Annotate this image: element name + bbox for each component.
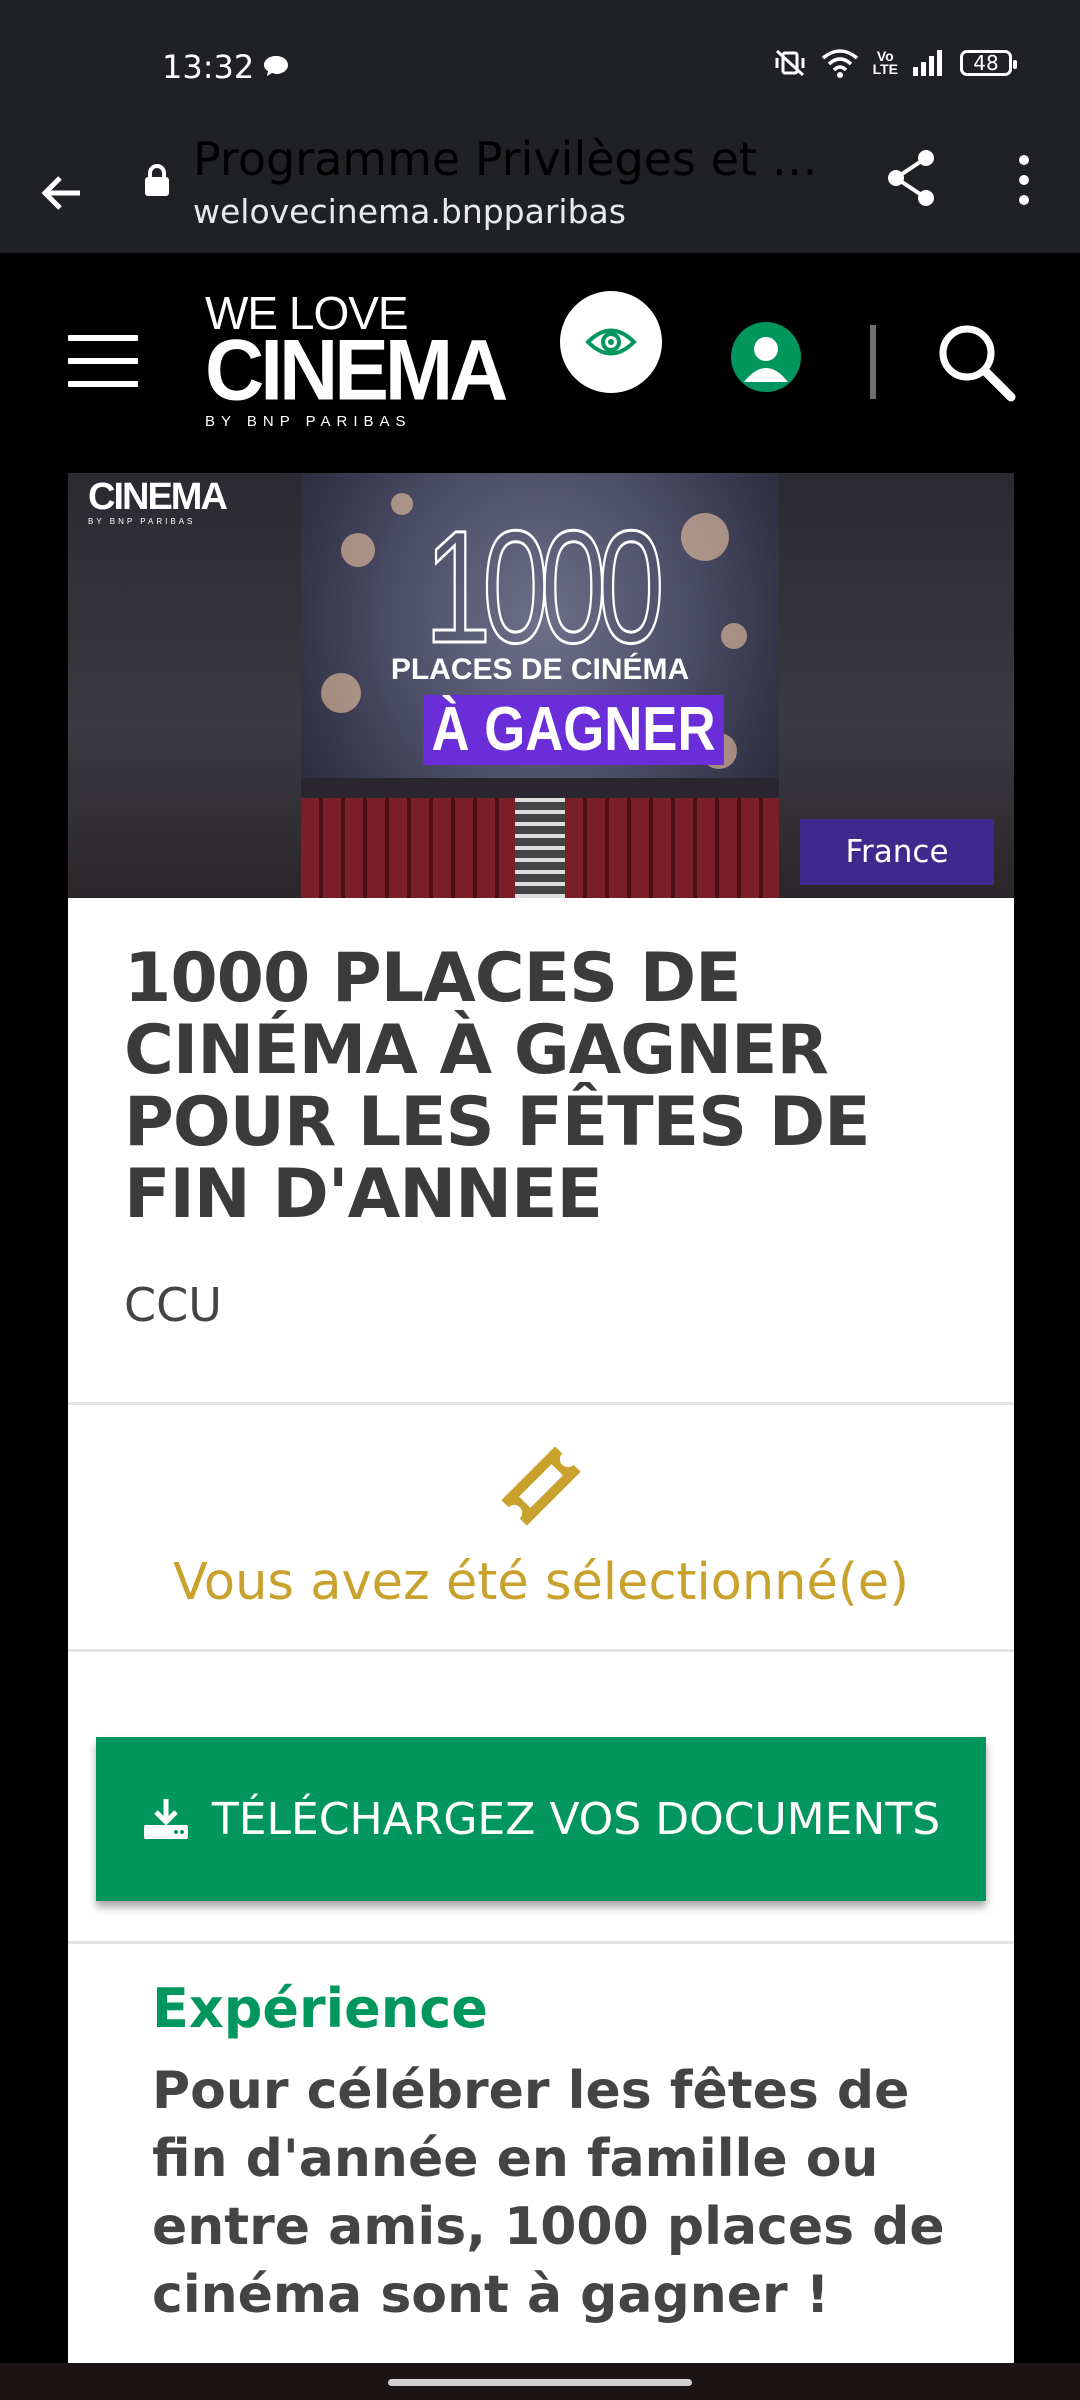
accessibility-button[interactable] [560,291,662,393]
volte-badge: Vo LTE [872,48,898,77]
url-domain[interactable]: welovecinema.bnpparibas [193,192,626,231]
section-heading: Expérience [152,1977,488,2040]
hero-background-left [68,473,301,898]
country-badge: France [800,819,994,885]
divider [68,1649,1014,1652]
download-icon [143,1799,188,1839]
vibrate-mute-icon [775,49,805,77]
more-options-icon[interactable] [1010,150,1038,210]
user-icon [744,337,788,382]
status-bar: 13:32 Vo LTE 48 [0,0,1080,135]
download-documents-button[interactable]: TÉLÉCHARGEZ VOS DOCUMENTS [96,1737,986,1901]
hero-brand-sub: BY BNP PARIBAS [88,517,196,526]
signal-icon [913,50,942,76]
hero-brand-logo: CINEMA BY BNP PARIBAS [88,476,228,526]
menu-icon[interactable] [68,335,138,387]
divider [68,1402,1014,1405]
lock-icon[interactable] [142,162,172,198]
header-divider [870,325,876,399]
offer-hero-image: 1000 PLACES DE CINÉMA À GAGNER CINEMA BY… [68,473,1014,898]
chat-notification-icon [264,56,288,76]
site-logo[interactable]: WE LOVE CINEMA BY BNP PARIBAS [205,290,508,430]
share-icon[interactable] [884,146,940,210]
divider [68,1941,1014,1944]
hero-brand-text: CINEMA [88,476,228,518]
site-header: WE LOVE CINEMA BY BNP PARIBAS [0,253,1080,473]
hero-poster: 1000 PLACES DE CINÉMA À GAGNER [301,473,779,898]
status-icons: Vo LTE 48 [773,48,1017,78]
section-body: Pour célébrer les fêtes de fin d'année e… [152,2061,945,2325]
offer-card: 1000 PLACES DE CINÉMA À GAGNER CINEMA BY… [68,473,1014,2363]
home-gesture-handle[interactable] [388,2379,692,2386]
wifi-icon [821,49,858,78]
cinema-stairs [515,798,565,898]
offer-subtitle: CCU [124,1278,222,1332]
eye-icon [585,328,637,356]
account-button[interactable] [731,322,801,392]
status-time: 13:32 [162,48,255,86]
offer-title: 1000 PLACES DE CINÉMA À GAGNER POUR LES … [124,939,871,1234]
hero-line2: À GAGNER [423,695,725,765]
logo-text-main: CINEMA [205,322,508,419]
system-nav-bar [0,2363,1080,2400]
back-arrow-icon[interactable] [34,165,90,221]
hero-line1: PLACES DE CINÉMA [390,653,690,686]
battery-indicator: 48 [960,50,1017,76]
hero-number: 1000 [423,496,665,678]
search-icon[interactable] [935,321,1017,403]
ticket-icon [501,1446,581,1526]
download-button-label: TÉLÉCHARGEZ VOS DOCUMENTS [211,1793,941,1845]
page-title[interactable]: Programme Privilèges et ex… [193,132,833,186]
selection-status: Vous avez été sélectionné(e) [172,1553,910,1612]
